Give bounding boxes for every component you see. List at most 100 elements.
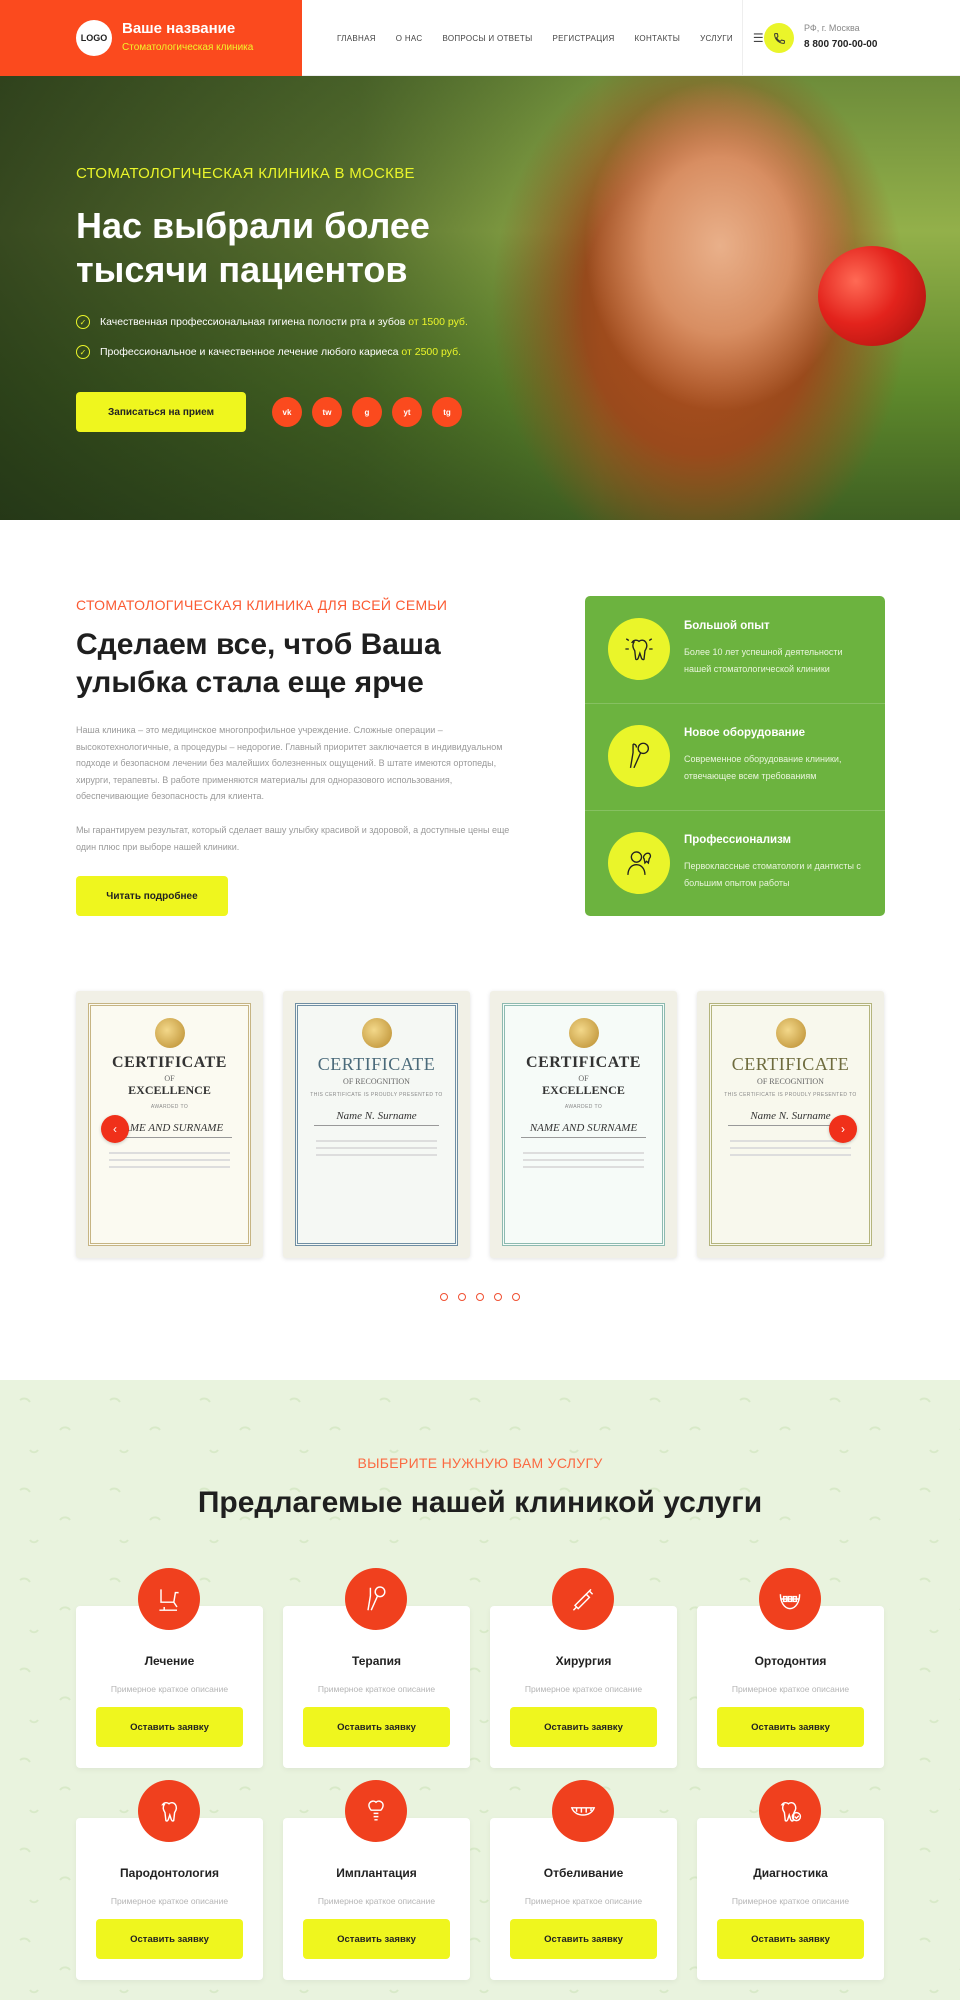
implant-icon: [345, 1780, 407, 1842]
hero-bullet-2: ✓ Профессиональное и качественное лечени…: [76, 345, 461, 359]
service-description: Примерное краткое описание: [731, 1896, 850, 1906]
service-title: Лечение: [144, 1654, 195, 1668]
medal-icon: [568, 1018, 599, 1048]
service-title: Терапия: [351, 1654, 402, 1668]
brand-subtitle: Стоматологическая клиника: [122, 42, 254, 53]
service-title: Ортодонтия: [754, 1654, 827, 1668]
tooth-sparkle-icon: [608, 618, 670, 680]
certificate-of: OF: [578, 1074, 589, 1083]
apple-image: [818, 246, 926, 346]
slider-dot[interactable]: [458, 1293, 466, 1301]
service-title: Диагностика: [753, 1866, 828, 1880]
book-appointment-button[interactable]: Записаться на прием: [76, 392, 246, 432]
divider: [585, 810, 885, 811]
feature-equipment: Новое оборудование Современное оборудова…: [585, 703, 885, 810]
feature-text: Первоклассные стоматологи и дантисты с б…: [684, 861, 861, 888]
service-card: Имплантация Примерное краткое описание О…: [283, 1780, 470, 1980]
service-description: Примерное краткое описание: [317, 1896, 436, 1906]
phone-icon[interactable]: [764, 23, 794, 53]
certificate-title: CERTIFICATE: [112, 1054, 227, 1071]
hero-overlay: [0, 76, 600, 520]
bullet-price: от 1500 руб.: [408, 316, 468, 328]
vk-icon[interactable]: vk: [272, 397, 302, 427]
service-card: Диагностика Примерное краткое описание О…: [697, 1780, 884, 1980]
brand-name: Ваше название: [122, 20, 236, 37]
certificate-title: CERTIFICATE: [526, 1054, 641, 1071]
services-title: Предлагемые нашей клиникой услуги: [197, 1486, 763, 1519]
leave-request-button[interactable]: Оставить заявку: [717, 1707, 864, 1747]
service-card: Лечение Примерное краткое описание Остав…: [76, 1568, 263, 1768]
google-icon[interactable]: g: [352, 397, 382, 427]
leave-request-button[interactable]: Оставить заявку: [96, 1919, 243, 1959]
hero-eyebrow: СТОМАТОЛОГИЧЕСКАЯ КЛИНИКА В МОСКВЕ: [76, 165, 415, 182]
site-header: LOGO Ваше название Стоматологическая кли…: [0, 0, 960, 76]
certificates-slider[interactable]: CERTIFICATE OF EXCELLENCE AWARDED TO NAM…: [76, 991, 884, 1258]
nav-services[interactable]: УСЛУГИ: [700, 34, 733, 43]
bullet-price: от 2500 руб.: [401, 346, 462, 358]
header-contact: РФ, г. Москва 8 800 700-00-00: [742, 0, 960, 76]
brand-block[interactable]: LOGO Ваше название Стоматологическая кли…: [0, 0, 302, 76]
service-title: Хирургия: [555, 1654, 612, 1668]
dental-chair-icon: [138, 1568, 200, 1630]
slider-dot[interactable]: [476, 1293, 484, 1301]
read-more-button[interactable]: Читать подробнее: [76, 876, 228, 916]
nav-about[interactable]: О НАС: [396, 34, 423, 43]
feature-title: Новое оборудование: [684, 727, 806, 739]
leave-request-button[interactable]: Оставить заявку: [510, 1919, 657, 1959]
service-card: Ортодонтия Примерное краткое описание Ос…: [697, 1568, 884, 1768]
hero-section: [0, 76, 960, 520]
medal-icon: [361, 1018, 392, 1048]
certificate-awarded: AWARDED TO: [564, 1104, 603, 1110]
service-description: Примерное краткое описание: [110, 1684, 229, 1694]
slider-dot[interactable]: [494, 1293, 502, 1301]
leave-request-button[interactable]: Оставить заявку: [303, 1707, 450, 1747]
drill-icon: [552, 1568, 614, 1630]
dental-tools-icon: [608, 725, 670, 787]
certificate-name: Name N. Surname: [314, 1110, 439, 1126]
twitter-icon[interactable]: tw: [312, 397, 342, 427]
certificate-of: OF RECOGNITION: [343, 1077, 410, 1086]
medal-icon: [775, 1018, 806, 1048]
tooth-check-icon: [759, 1780, 821, 1842]
leave-request-button[interactable]: Оставить заявку: [717, 1919, 864, 1959]
hero-title: Нас выбрали более тысячи пациентов: [76, 205, 430, 290]
divider: [585, 703, 885, 704]
slider-dot[interactable]: [440, 1293, 448, 1301]
nav-faq[interactable]: ВОПРОСЫ И ОТВЕТЫ: [442, 34, 532, 43]
leave-request-button[interactable]: Оставить заявку: [303, 1919, 450, 1959]
nav-contacts[interactable]: КОНТАКТЫ: [635, 34, 681, 43]
about-paragraph-2: Мы гарантируем результат, который сделае…: [76, 825, 510, 852]
main-nav: ГЛАВНАЯ О НАС ВОПРОСЫ И ОТВЕТЫ РЕГИСТРАЦ…: [337, 0, 764, 76]
service-card: Пародонтология Примерное краткое описани…: [76, 1780, 263, 1980]
service-description: Примерное краткое описание: [110, 1896, 229, 1906]
feature-title: Профессионализм: [684, 834, 792, 846]
service-title: Отбеливание: [543, 1866, 624, 1880]
tooth-gum-icon: [138, 1780, 200, 1842]
certificate-card[interactable]: CERTIFICATE OF RECOGNITION THIS CERTIFIC…: [283, 991, 470, 1258]
slider-prev-button[interactable]: ‹: [101, 1115, 129, 1143]
slider-next-button[interactable]: ›: [829, 1115, 857, 1143]
certificate-title: CERTIFICATE: [731, 1054, 850, 1074]
nav-registration[interactable]: РЕГИСТРАЦИЯ: [553, 34, 615, 43]
dentist-icon: [608, 832, 670, 894]
leave-request-button[interactable]: Оставить заявку: [510, 1707, 657, 1747]
leave-request-button[interactable]: Оставить заявку: [96, 1707, 243, 1747]
feature-text: Современное оборудование клиники, отвеча…: [684, 754, 842, 781]
service-title: Пародонтология: [120, 1866, 219, 1880]
telegram-icon[interactable]: tg: [432, 397, 462, 427]
nav-home[interactable]: ГЛАВНАЯ: [337, 34, 376, 43]
bullet-text: Качественная профессиональная гигиена по…: [100, 316, 406, 328]
social-links: vk tw g yt tg: [272, 397, 462, 427]
service-description: Примерное краткое описание: [317, 1684, 436, 1694]
service-description: Примерное краткое описание: [731, 1684, 850, 1694]
certificate-title: CERTIFICATE: [317, 1054, 436, 1074]
slider-dot[interactable]: [512, 1293, 520, 1301]
phone-number[interactable]: 8 800 700-00-00: [804, 39, 877, 50]
certificate-card[interactable]: CERTIFICATE OF EXCELLENCE AWARDED TO NAM…: [490, 991, 677, 1258]
check-icon: ✓: [76, 315, 90, 329]
logo[interactable]: LOGO: [76, 20, 112, 56]
youtube-icon[interactable]: yt: [392, 397, 422, 427]
braces-icon: [759, 1568, 821, 1630]
certificate-awarded: AWARDED TO: [150, 1104, 189, 1110]
service-description: Примерное краткое описание: [524, 1896, 643, 1906]
